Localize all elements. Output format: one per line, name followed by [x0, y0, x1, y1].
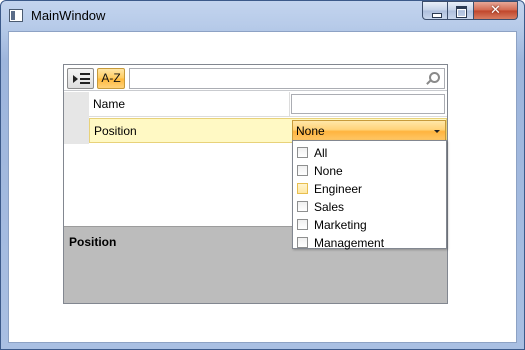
property-label: Position [94, 124, 137, 138]
property-row-name[interactable]: Name [89, 92, 447, 117]
option-label: Sales [314, 200, 345, 214]
combobox-value: None [296, 124, 325, 138]
option-label: None [314, 164, 343, 178]
checkbox[interactable] [297, 147, 308, 158]
option-label: Management [314, 236, 385, 250]
dropdown-option[interactable]: Management [297, 234, 442, 252]
column-divider[interactable] [289, 92, 290, 116]
name-field[interactable] [291, 94, 445, 114]
chevron-down-icon[interactable] [434, 130, 440, 133]
option-label: Marketing [314, 218, 367, 232]
property-grid-toolbar: A-Z [64, 65, 447, 91]
maximize-button[interactable] [448, 1, 474, 20]
dropdown-option[interactable]: Marketing [297, 216, 442, 234]
search-icon[interactable] [425, 72, 440, 86]
option-label: All [314, 146, 328, 160]
position-dropdown-list: All None Engineer Sales Marketing Manage… [292, 140, 447, 252]
minimize-button[interactable] [422, 1, 448, 20]
option-label: Engineer [314, 182, 363, 196]
dropdown-option[interactable]: All [297, 144, 442, 162]
close-button[interactable]: ✕ [474, 1, 518, 20]
client-area: A-Z Name Position None Position All None… [8, 31, 517, 343]
position-combobox[interactable]: None [292, 120, 446, 141]
categorized-sort-button[interactable] [67, 68, 94, 89]
window-app-icon[interactable] [9, 9, 23, 22]
alphabetical-sort-button[interactable]: A-Z [97, 68, 125, 89]
search-input[interactable] [129, 68, 445, 89]
checkbox[interactable] [297, 165, 308, 176]
dropdown-option[interactable]: Engineer [297, 180, 442, 198]
property-label: Name [93, 97, 126, 111]
window-title: MainWindow [31, 8, 106, 23]
title-bar[interactable]: MainWindow ✕ [1, 1, 524, 30]
checkbox[interactable] [297, 219, 308, 230]
caption-buttons: ✕ [422, 1, 518, 20]
main-window: MainWindow ✕ A-Z Name Position None Posi… [0, 0, 525, 350]
property-margin [64, 92, 89, 144]
checkbox[interactable] [297, 183, 308, 194]
close-icon: ✕ [490, 3, 501, 18]
checkbox[interactable] [297, 201, 308, 212]
description-title: Position [69, 235, 117, 249]
dropdown-option[interactable]: None [297, 162, 442, 180]
checkbox[interactable] [297, 237, 308, 248]
categorized-sort-icon [72, 73, 90, 85]
dropdown-option[interactable]: Sales [297, 198, 442, 216]
